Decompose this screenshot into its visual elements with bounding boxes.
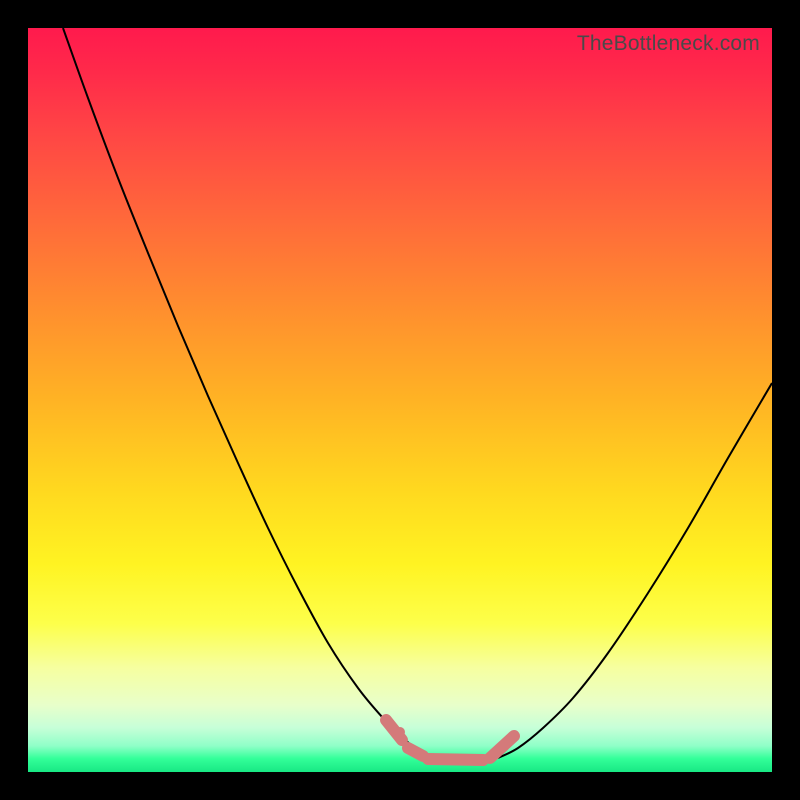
- highlight-dot: [481, 754, 491, 764]
- highlight-segment: [490, 736, 514, 758]
- plot-area: TheBottleneck.com: [28, 28, 772, 772]
- bottleneck-curve-left: [63, 28, 433, 758]
- bottleneck-curve-right: [498, 383, 772, 758]
- curve-overlay: [28, 28, 772, 772]
- outer-frame: TheBottleneck.com: [0, 0, 800, 800]
- highlight-segment: [408, 748, 423, 756]
- highlight-pills: [386, 720, 514, 764]
- highlight-segment: [428, 759, 483, 760]
- watermark-text: TheBottleneck.com: [577, 32, 760, 56]
- highlight-dot: [395, 727, 405, 737]
